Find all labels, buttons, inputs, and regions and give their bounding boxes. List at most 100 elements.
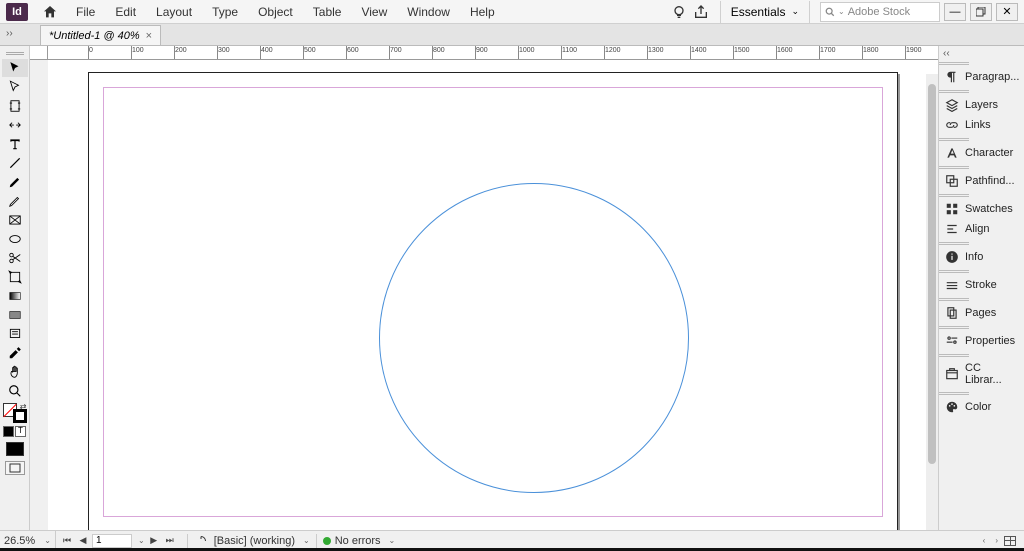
ruler-origin[interactable] [30,46,48,60]
tips-icon[interactable] [670,3,688,21]
panel-group-grip[interactable] [939,270,969,274]
eyedropper-tool[interactable] [2,344,28,362]
panel-label: Stroke [965,279,997,291]
next-page-button[interactable]: ▶ [147,534,161,548]
pen-tool[interactable] [2,173,28,191]
type-tool[interactable] [2,135,28,153]
panel-group-grip[interactable] [939,354,969,358]
ellipse-tool[interactable] [2,230,28,248]
share-icon[interactable] [692,3,710,21]
stroke-swatch[interactable] [13,409,27,423]
panel-pathfind[interactable]: Pathfind... [939,171,1024,191]
panel-group-grip[interactable] [939,326,969,330]
app-badge-icon: Id [6,3,28,21]
menu-edit[interactable]: Edit [105,1,146,23]
fill-stroke-swatch[interactable]: ⇄ [3,403,27,423]
gradient-feather-tool[interactable] [2,306,28,324]
selection-tool[interactable] [2,59,28,77]
panel-group-grip[interactable] [939,392,969,396]
panel-label: Swatches [965,203,1013,215]
panel-group-grip[interactable] [939,90,969,94]
document-viewport[interactable] [48,60,938,530]
line-tool[interactable] [2,154,28,172]
scissors-tool[interactable] [2,249,28,267]
pencil-tool[interactable] [2,192,28,210]
minimize-button[interactable]: — [944,3,966,21]
panel-group-grip[interactable] [939,166,969,170]
note-tool[interactable] [2,325,28,343]
menu-table[interactable]: Table [303,1,352,23]
hand-tool[interactable] [2,363,28,381]
panel-label: Info [965,251,983,263]
panel-group-grip[interactable] [939,194,969,198]
gap-tool[interactable] [2,116,28,134]
close-tab-icon[interactable]: × [146,30,152,42]
panel-label: Paragrap... [965,71,1019,83]
scrollbar-thumb[interactable] [928,84,936,464]
panel-group-grip[interactable] [939,138,969,142]
restore-button[interactable] [970,3,992,21]
toolbox-grip[interactable] [6,50,24,56]
close-button[interactable]: ✕ [996,3,1018,21]
view-mode-toggle[interactable] [5,461,25,475]
panel-properties[interactable]: Properties [939,331,1024,351]
chevron-down-icon: ⌄ [389,536,396,545]
rectangle-frame-tool[interactable] [2,211,28,229]
canvas-area: 0100200300400500600700800900100011001200… [48,46,938,530]
page-number-input[interactable] [92,534,132,548]
scroll-right-icon[interactable]: › [995,536,998,545]
stock-search-input[interactable]: ⌄ Adobe Stock [820,2,940,22]
first-page-button[interactable]: ⏮ [60,534,74,548]
last-page-button[interactable]: ⏭ [163,534,177,548]
separator [187,534,188,548]
collapse-panels-icon[interactable]: ‹‹ [943,48,950,59]
open-panel-icon[interactable] [194,534,208,548]
menu-help[interactable]: Help [460,1,505,23]
vertical-scrollbar[interactable] [926,74,938,530]
prev-page-button[interactable]: ◀ [76,534,90,548]
horizontal-ruler[interactable]: 0100200300400500600700800900100011001200… [48,46,938,60]
apply-color-icon[interactable] [3,426,14,437]
menu-view[interactable]: View [351,1,397,23]
preflight-status[interactable]: No errors ⌄ [323,535,396,547]
preflight-profile[interactable]: [Basic] (working) ⌄ [214,535,310,547]
page-tool[interactable] [2,97,28,115]
panel-swatches[interactable]: Swatches [939,199,1024,219]
panel-character[interactable]: Character [939,143,1024,163]
panel-pages[interactable]: Pages [939,303,1024,323]
menu-file[interactable]: File [66,1,105,23]
document-tab[interactable]: *Untitled-1 @ 40% × [40,25,161,45]
zoom-tool[interactable] [2,382,28,400]
panel-group-grip[interactable] [939,62,969,66]
menu-type[interactable]: Type [202,1,248,23]
workspace-label: Essentials [731,5,786,19]
menu-window[interactable]: Window [397,1,460,23]
scroll-left-icon[interactable]: ‹ [983,536,986,545]
chevron-down-icon: ⌄ [791,6,799,17]
home-icon[interactable] [42,4,58,20]
zoom-value: 26.5% [4,535,35,547]
panel-cclibrar[interactable]: CC Librar... [939,359,1024,389]
ellipse-shape[interactable] [379,183,689,493]
panel-paragrap[interactable]: Paragrap... [939,67,1024,87]
panel-stroke[interactable]: Stroke [939,275,1024,295]
panel-layers[interactable]: Layers [939,95,1024,115]
chevron-down-icon[interactable]: ⌄ [138,536,145,545]
panel-color[interactable]: Color [939,397,1024,417]
panel-align[interactable]: Align [939,219,1024,239]
panel-info[interactable]: Info [939,247,1024,267]
search-placeholder: Adobe Stock [848,6,910,18]
workspace-dropdown[interactable]: Essentials ⌄ [720,1,810,23]
format-text-icon[interactable] [15,426,26,437]
panel-group-grip[interactable] [939,298,969,302]
panel-links[interactable]: Links [939,115,1024,135]
expand-panels-icon[interactable]: ›› [6,28,13,39]
panel-group-grip[interactable] [939,242,969,246]
direct-selection-tool[interactable] [2,78,28,96]
menu-layout[interactable]: Layout [146,1,202,23]
gradient-swatch-tool[interactable] [2,287,28,305]
split-view-icon[interactable] [1004,536,1016,546]
default-fill-stroke[interactable] [6,442,24,456]
menu-object[interactable]: Object [248,1,303,23]
free-transform-tool[interactable] [2,268,28,286]
